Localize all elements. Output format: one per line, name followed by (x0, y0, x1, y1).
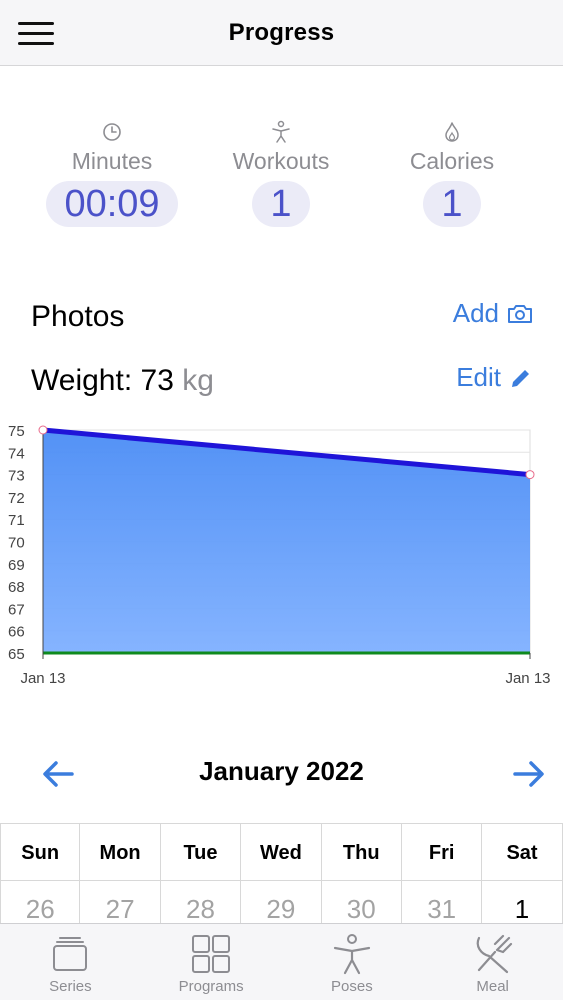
edit-weight-button[interactable]: Edit (456, 362, 533, 393)
y-tick-label: 73 (8, 468, 25, 485)
add-photo-button[interactable]: Add (453, 298, 533, 329)
weight-prefix: Weight: (31, 364, 133, 397)
y-tick-label: 71 (8, 512, 25, 529)
weight-chart: 75 74 73 72 71 70 69 68 67 66 65 Jan 13 Jan 13 (8, 423, 551, 687)
page-title: Progress (228, 19, 335, 46)
edit-weight-label: Edit (456, 362, 501, 392)
y-tick-label: 65 (8, 646, 25, 663)
photos-title: Photos (31, 300, 125, 333)
stat-minutes: Minutes 00:09 (27, 120, 197, 227)
nav-header: Progress (0, 0, 563, 66)
fork-knife-icon (476, 934, 512, 974)
pencil-icon (512, 369, 529, 387)
arrow-right-icon[interactable] (511, 756, 547, 792)
tab-poses[interactable]: Poses (282, 924, 423, 1000)
y-tick-label: 67 (8, 601, 25, 618)
tab-series[interactable]: Series (0, 924, 141, 1000)
grid-icon (192, 935, 231, 973)
weekday-label: Tue (160, 823, 242, 881)
weekday-label: Thu (321, 823, 402, 881)
y-tick-label: 66 (8, 624, 25, 641)
tab-label: Series (49, 978, 92, 995)
weekday-label: Wed (241, 823, 322, 881)
person-pose-icon (272, 120, 290, 143)
data-point (38, 425, 48, 435)
stat-label: Calories (409, 148, 495, 174)
month-label: January 2022 (199, 756, 364, 786)
bottom-tab-bar: Series Programs Poses Meal (0, 923, 563, 1000)
weight-unit: kg (182, 364, 214, 397)
flame-icon (445, 122, 459, 142)
tab-label: Poses (331, 978, 373, 995)
tab-programs[interactable]: Programs (141, 924, 282, 1000)
stat-label: Workouts (232, 148, 330, 174)
add-photo-label: Add (452, 298, 499, 328)
person-pose-icon (333, 934, 370, 975)
weekday-header-row: Sun Mon Tue Wed Thu Fri Sat (0, 823, 563, 881)
weekday-label: Mon (80, 823, 161, 881)
month-navigation: January 2022 (0, 752, 563, 796)
x-tick-label: Jan 13 (505, 670, 550, 687)
stat-value: 1 (252, 181, 310, 227)
camera-icon (508, 304, 532, 323)
weekday-label: Sun (0, 823, 81, 881)
weight-title: Weight: 73 kg (31, 364, 214, 398)
tab-label: Programs (178, 978, 244, 995)
weekday-label: Fri (401, 823, 483, 881)
stat-calories: Calories 1 (367, 120, 537, 227)
y-tick-label: 70 (8, 535, 25, 552)
y-tick-label: 75 (8, 423, 25, 440)
x-tick-label: Jan 13 (20, 670, 65, 687)
weight-value: 73 (140, 364, 174, 397)
clock-icon (103, 123, 121, 141)
y-tick-label: 74 (8, 445, 25, 462)
y-tick-label: 72 (8, 490, 25, 507)
stat-workouts: Workouts 1 (196, 120, 366, 227)
tab-meal[interactable]: Meal (422, 924, 563, 1000)
y-tick-label: 69 (8, 557, 25, 574)
stat-value: 1 (423, 181, 481, 227)
progress-screen: Progress Minutes 00:09 Workouts 1 Calori… (0, 0, 563, 1000)
stat-label: Minutes (71, 148, 153, 174)
weight-area-fill (43, 430, 530, 653)
stack-icon (53, 937, 88, 971)
stat-value: 00:09 (46, 181, 178, 227)
weekday-label: Sat (482, 823, 563, 881)
data-point (525, 470, 535, 480)
y-tick-label: 68 (8, 579, 25, 596)
tab-label: Meal (476, 978, 509, 995)
